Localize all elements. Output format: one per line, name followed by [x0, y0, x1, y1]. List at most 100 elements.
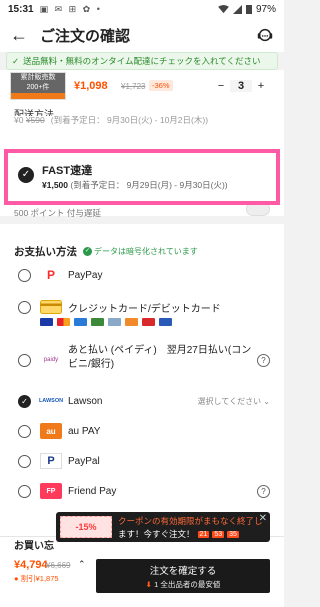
- confirm-sublabel-wrap: ⬇ 1 全出品者の最安値: [96, 579, 270, 590]
- payment-label: au PAY: [68, 425, 101, 437]
- fast-shipping-option[interactable]: ✓ FAST速達 ¥1,500 (到着予定日： 9月29日(月) - 9月30日…: [4, 149, 280, 205]
- countdown-seconds: 35: [227, 530, 239, 538]
- sales-badge-line2: 200+件: [26, 84, 50, 91]
- decrement-button[interactable]: −: [212, 80, 230, 92]
- quantity-value[interactable]: 3: [230, 80, 252, 92]
- standard-price: ¥0: [14, 115, 24, 125]
- aupay-logo-icon: au: [40, 423, 62, 439]
- credit-card-icon: [40, 299, 62, 315]
- payment-option-card[interactable]: クレジットカード/デビットカード: [0, 294, 284, 320]
- payment-label-cont: ビニ/銀行): [68, 359, 115, 370]
- sales-badge: 累計販売数 200+件: [11, 73, 65, 93]
- status-time: 15:31: [8, 3, 34, 15]
- card-brand-icon: [159, 318, 172, 326]
- payment-label: Friend Pay: [68, 485, 117, 497]
- radio-friendpay[interactable]: [18, 484, 31, 498]
- payment-option-aupay[interactable]: au au PAY: [0, 418, 284, 444]
- discount-badge: -36%: [149, 80, 173, 91]
- payment-option-friendpay[interactable]: FP Friend Pay ?: [0, 478, 284, 504]
- radio-paidy[interactable]: [18, 353, 31, 367]
- thumbnail-accent: [11, 93, 65, 99]
- coupon-ticket: -15%: [60, 516, 112, 538]
- standard-shipping-option[interactable]: ¥0 ¥590 (到着予定日： 9月30日(火) - 10月2日(木)): [14, 114, 208, 126]
- payment-label: Lawson: [68, 395, 103, 407]
- payment-option-lawson[interactable]: ✓ LAWSON Lawson 選択してください ⌄: [0, 388, 284, 414]
- check-icon: ✓: [12, 55, 20, 66]
- payment-label: PayPay: [68, 269, 103, 281]
- standard-old-price: ¥590: [25, 115, 45, 125]
- paypay-logo-icon: P: [46, 268, 55, 282]
- free-shipping-notice: ✓ 送品無料・無料のオンタイム配達にチェックを入れてください: [6, 52, 278, 70]
- notification-icons: ▣ ✉ ⊞ ✿ •: [39, 3, 102, 14]
- payment-label: クレジットカード/デビットカード: [68, 303, 221, 315]
- lawson-logo-icon: LAWSON: [38, 398, 64, 404]
- countdown-minutes: 53: [212, 530, 225, 538]
- payment-option-paypal[interactable]: P PayPal: [0, 448, 284, 474]
- battery-icon: [245, 4, 252, 14]
- fast-shipping-name: FAST速達: [42, 165, 93, 177]
- quantity-stepper: − 3 +: [212, 78, 270, 94]
- countdown-hours: 21: [197, 530, 210, 538]
- product-row: 累計販売数 200+件 ¥1,098 ¥1,723 -36% − 3 +: [0, 70, 284, 104]
- unionpay-icon: [142, 318, 155, 326]
- radio-card[interactable]: [18, 300, 31, 314]
- payment-label: PayPal: [68, 455, 100, 467]
- notice-text: 送品無料・無料のオンタイム配達にチェックを入れてください: [23, 56, 261, 66]
- encryption-text: データは暗号化されています: [94, 247, 198, 256]
- fast-shipping-eta: (到着予定日： 9月29日(月) - 9月30日(火)): [70, 180, 228, 190]
- increment-button[interactable]: +: [252, 80, 270, 92]
- coupon-cta: ます！今すぐ注文！: [118, 529, 195, 539]
- radio-paypal[interactable]: [18, 454, 31, 468]
- diners-icon: [108, 318, 121, 326]
- chevron-up-icon[interactable]: ⌃: [78, 559, 86, 570]
- payment-option-paidy[interactable]: paidy あと払い (ペイディ) 翌月27日払い(コン ビニ/銀行) ?: [0, 342, 284, 378]
- help-icon[interactable]: ?: [257, 484, 270, 498]
- lawson-select-hint[interactable]: 選択してください ⌄: [198, 396, 270, 407]
- forgot-section-label: お買い忘: [14, 541, 54, 552]
- fast-shipping-price: ¥1,500: [42, 180, 68, 190]
- coupon-countdown-row: ます！今すぐ注文！ 21 53 35: [118, 528, 239, 540]
- down-arrow-icon: ⬇: [145, 580, 152, 589]
- sales-badge-line1: 累計販売数: [20, 74, 56, 81]
- order-savings: ● 割引¥1,875: [14, 574, 59, 583]
- wifi-icon: [218, 4, 229, 13]
- radio-aupay[interactable]: [18, 424, 31, 438]
- back-arrow-icon[interactable]: ←: [10, 25, 32, 46]
- coupon-popup[interactable]: -15% クーポンの有効期限がまもなく終了し ます！今すぐ注文！ 21 53 3…: [56, 512, 270, 542]
- customer-support-icon[interactable]: [256, 26, 274, 44]
- help-icon[interactable]: ?: [257, 353, 270, 367]
- encryption-note: ✓ データは暗号化されています: [83, 246, 198, 257]
- mastercard-icon: [57, 318, 70, 326]
- product-price: ¥1,098: [74, 80, 108, 92]
- confirm-label: 注文を確定する: [149, 566, 217, 577]
- payment-title: お支払い方法: [14, 246, 77, 258]
- confirm-sublabel: 1 全出品者の最安値: [154, 580, 221, 589]
- shield-icon: ✓: [83, 247, 92, 256]
- confirm-order-button[interactable]: 注文を確定する ⬇ 1 全出品者の最安値: [96, 559, 270, 593]
- page-title: ご注文の確認: [40, 27, 131, 45]
- order-total: ¥4,794: [14, 559, 48, 571]
- product-old-price: ¥1,723: [121, 82, 146, 91]
- radio-lawson[interactable]: ✓: [18, 394, 31, 408]
- coupon-message: クーポンの有効期限がまもなく終了し: [118, 516, 263, 526]
- jcb-icon: [91, 318, 104, 326]
- card-brand-icons: [40, 318, 172, 326]
- radio-paypay[interactable]: [18, 268, 31, 282]
- paidy-logo-icon: paidy: [43, 357, 59, 363]
- visa-icon: [40, 318, 53, 326]
- selected-check-icon: ✓: [18, 167, 34, 183]
- payment-header: お支払い方法 ✓ データは暗号化されています: [14, 244, 198, 259]
- payment-section: お支払い方法 ✓ データは暗号化されています P PayPay クレジットカード…: [0, 224, 284, 536]
- amex-icon: [74, 318, 87, 326]
- payment-option-paypay[interactable]: P PayPay: [0, 262, 284, 288]
- checkout-bar: お買い忘 ¥4,794 ¥6,669 ⌃ ● 割引¥1,875 注文を確定する …: [0, 536, 284, 607]
- friendpay-logo-icon: FP: [40, 483, 62, 499]
- discover-icon: [125, 318, 138, 326]
- paidy-label-wrap: あと払い (ペイディ) 翌月27日払い(コン ビニ/銀行): [68, 344, 251, 372]
- order-total-old: ¥6,669: [46, 561, 71, 570]
- signal-icon: [232, 4, 242, 14]
- app-header: ← ご注文の確認: [0, 18, 284, 52]
- points-option-text: 500 ポイント 付与遅延: [14, 208, 101, 218]
- product-thumbnail[interactable]: 累計販売数 200+件: [10, 72, 66, 100]
- close-icon[interactable]: ✕: [259, 513, 267, 524]
